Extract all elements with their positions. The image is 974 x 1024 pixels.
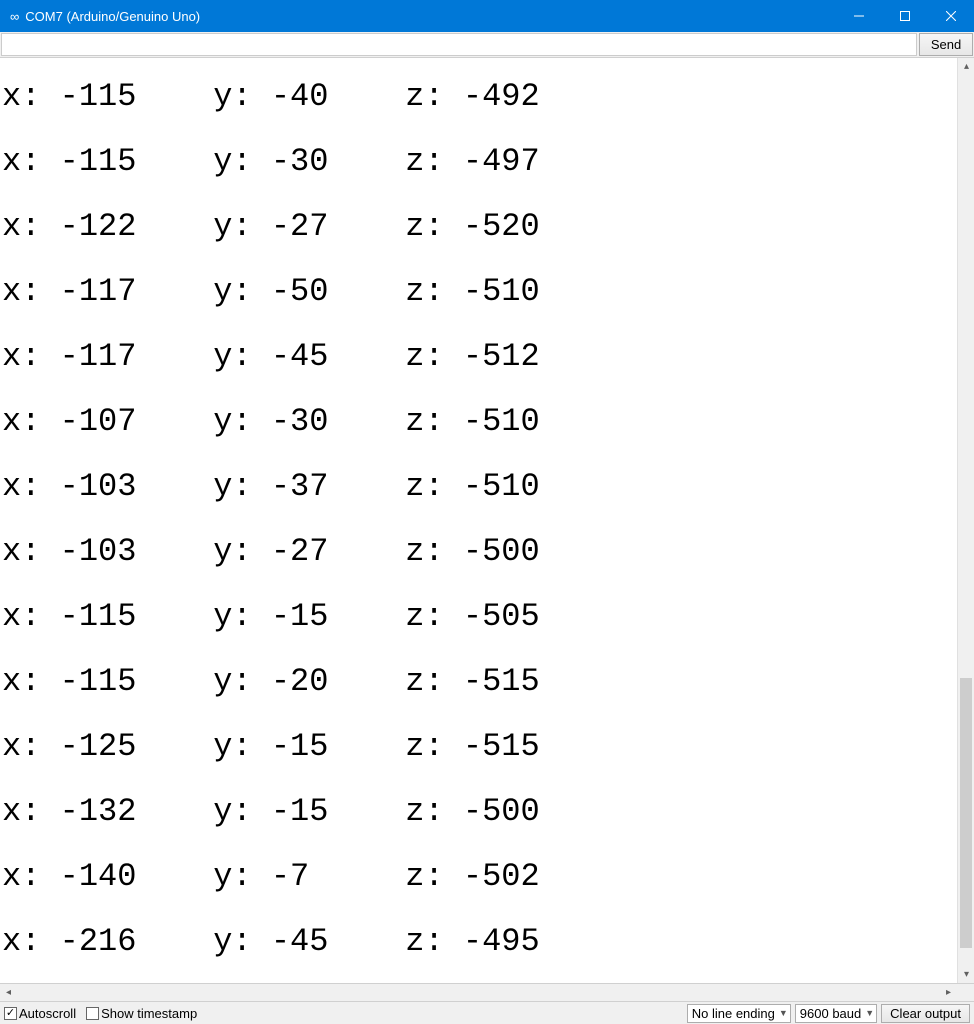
statusbar: ✓ Autoscroll Show timestamp No line endi…	[0, 1002, 974, 1024]
baud-select[interactable]: 9600 baud ▼	[795, 1004, 877, 1023]
scroll-right-arrow-icon[interactable]: ▸	[940, 984, 957, 1001]
scroll-up-arrow-icon[interactable]: ▴	[958, 58, 974, 75]
line-ending-value: No line ending	[692, 1006, 775, 1021]
scroll-thumb[interactable]	[960, 678, 972, 948]
minimize-button[interactable]	[836, 0, 882, 32]
vertical-scrollbar[interactable]: ▴ ▾	[957, 58, 974, 983]
show-timestamp-label: Show timestamp	[101, 1006, 197, 1021]
autoscroll-label: Autoscroll	[19, 1006, 76, 1021]
serial-output: x: -115 y: -40 z: -492 x: -115 y: -30 z:…	[0, 58, 957, 983]
chevron-down-icon: ▼	[779, 1008, 788, 1018]
output-area: x: -115 y: -40 z: -492 x: -115 y: -30 z:…	[0, 58, 974, 984]
autoscroll-checkbox[interactable]: ✓ Autoscroll	[4, 1006, 76, 1021]
maximize-button[interactable]	[882, 0, 928, 32]
serial-input-wrap	[1, 33, 917, 56]
window-title: COM7 (Arduino/Genuino Uno)	[25, 9, 200, 24]
scroll-down-arrow-icon[interactable]: ▾	[958, 966, 974, 983]
arduino-icon: ∞	[10, 9, 19, 24]
baud-value: 9600 baud	[800, 1006, 861, 1021]
scroll-left-arrow-icon[interactable]: ◂	[0, 984, 17, 1001]
checkbox-box[interactable]	[86, 1007, 99, 1020]
toolbar: Send	[0, 32, 974, 58]
titlebar: ∞ COM7 (Arduino/Genuino Uno)	[0, 0, 974, 32]
horizontal-scrollbar[interactable]: ◂ ▸	[0, 984, 974, 1002]
hscroll-track[interactable]	[17, 984, 940, 1001]
serial-input[interactable]	[3, 35, 915, 55]
chevron-down-icon: ▼	[865, 1008, 874, 1018]
send-button[interactable]: Send	[919, 33, 973, 56]
checkbox-box[interactable]: ✓	[4, 1007, 17, 1020]
show-timestamp-checkbox[interactable]: Show timestamp	[86, 1006, 197, 1021]
scroll-corner	[957, 984, 974, 1001]
clear-output-button[interactable]: Clear output	[881, 1004, 970, 1023]
line-ending-select[interactable]: No line ending ▼	[687, 1004, 791, 1023]
close-button[interactable]	[928, 0, 974, 32]
